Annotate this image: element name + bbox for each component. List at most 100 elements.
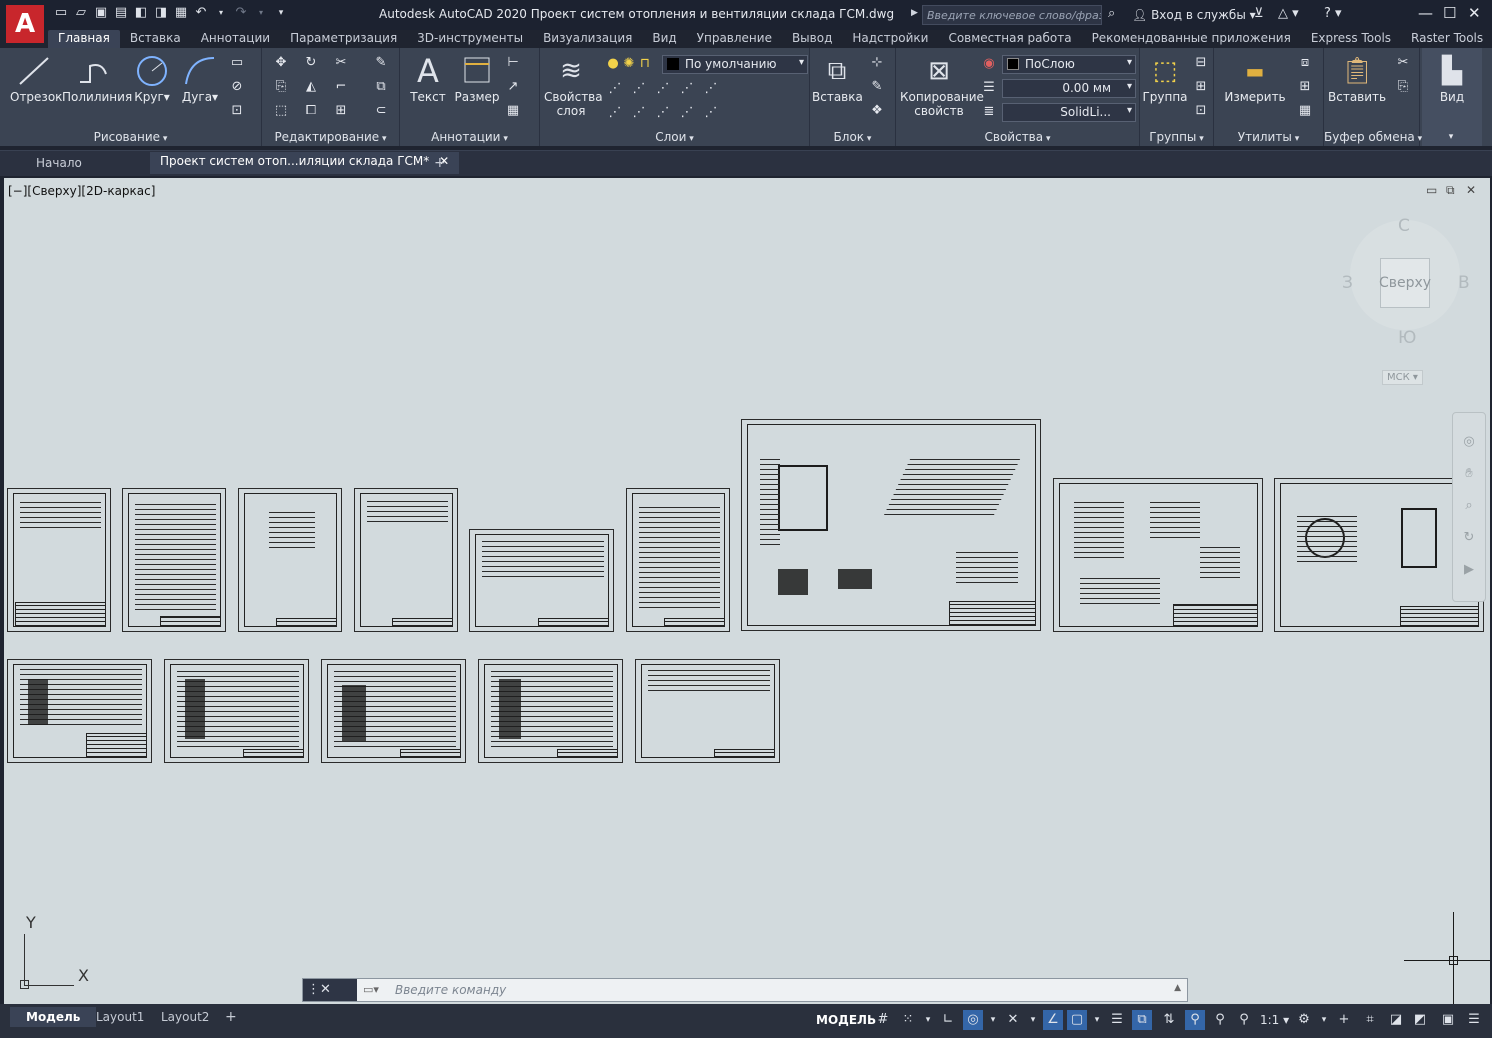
pan-icon[interactable]: ✋︎ (1460, 465, 1478, 483)
region-icon[interactable]: ⊡ (228, 102, 246, 120)
tab-model[interactable]: Модель (10, 1007, 97, 1027)
properties-panel-title[interactable]: Свойства (896, 130, 1139, 144)
stretch-icon[interactable]: ⬚ (272, 102, 290, 120)
workspace-dropdown-icon[interactable]: ▾ (1314, 1010, 1334, 1030)
units-icon[interactable]: ⌗ (1360, 1010, 1380, 1030)
layer-lock-icon[interactable]: ⊓ (636, 55, 654, 73)
transparency-icon[interactable]: ⧉ (1132, 1010, 1152, 1030)
calculator-icon[interactable]: ▦ (1296, 102, 1314, 120)
signin-button[interactable]: 👤︎ Вход в службы ▾ (1132, 8, 1256, 22)
viewport-controls-label[interactable]: [−][Сверху][2D-каркас] (8, 184, 155, 198)
hatch-icon[interactable]: ⊘ (228, 78, 246, 96)
customize-qat-icon[interactable]: ▾ (274, 6, 288, 20)
group-edit-icon[interactable]: ⊞ (1192, 78, 1210, 96)
lineweight-toggle-icon[interactable]: ☰ (1107, 1010, 1127, 1030)
viewcube-east[interactable]: В (1458, 273, 1470, 293)
edit-block-icon[interactable]: ✎ (868, 78, 886, 96)
create-block-icon[interactable]: ⊹ (868, 54, 886, 72)
workspace-gear-icon[interactable]: ⚙ (1294, 1010, 1314, 1030)
redo-dropdown-icon[interactable]: ▾ (254, 6, 268, 20)
ucs-dropdown[interactable]: МСК ▾ (1382, 370, 1423, 385)
ribbon-tab[interactable]: Главная (48, 30, 120, 48)
layer-tool-4-icon[interactable]: ⋰ (678, 80, 696, 98)
layer-tool-7-icon[interactable]: ⋰ (630, 104, 648, 122)
color-dropdown[interactable]: ПоСлою (1002, 55, 1136, 74)
linetype-icon[interactable]: ≣ (980, 103, 998, 121)
snap-icon[interactable]: ⁙ (898, 1010, 918, 1030)
layer-tool-2-icon[interactable]: ⋰ (630, 80, 648, 98)
line-button[interactable]: Отрезок (10, 54, 62, 104)
polar-tracking-icon[interactable]: ◎ (963, 1010, 983, 1030)
linear-dimension-icon[interactable]: ⊢ (504, 54, 522, 72)
block-panel-title[interactable]: Блок (810, 130, 895, 144)
command-input[interactable]: Введите команду (395, 983, 506, 997)
ribbon-tab[interactable]: Надстройки (842, 30, 938, 48)
view-expand-icon[interactable]: ▾ (1442, 128, 1460, 146)
mirror-icon[interactable]: ◭ (302, 78, 320, 96)
erase-icon[interactable]: ✎ (372, 54, 390, 72)
viewcube-south[interactable]: Ю (1398, 328, 1416, 348)
table-icon[interactable]: ▦ (504, 102, 522, 120)
groups-panel-title[interactable]: Группы (1140, 130, 1213, 144)
paste-button[interactable]: 📋︎ Вставить (1328, 54, 1386, 104)
isolate-objects-icon[interactable]: ◪ (1386, 1010, 1406, 1030)
rectangle-icon[interactable]: ▭ (228, 54, 246, 72)
ribbon-tab[interactable]: Аннотации (191, 30, 280, 48)
save-as-icon[interactable]: ▤ (114, 6, 128, 20)
plot-icon[interactable]: ▦ (174, 6, 188, 20)
layers-panel-title[interactable]: Слои (540, 130, 809, 144)
annotation-monitor-icon[interactable]: + (1334, 1010, 1354, 1030)
copy-icon[interactable]: ⎘ (272, 78, 290, 96)
viewcube-north[interactable]: С (1398, 216, 1410, 236)
object-snap-tracking-icon[interactable]: ∠ (1043, 1010, 1063, 1030)
new-tab-icon[interactable]: + (434, 155, 446, 171)
layer-tool-10-icon[interactable]: ⋰ (702, 104, 720, 122)
command-history-icon[interactable]: ▲ (1174, 983, 1181, 993)
command-line-handle[interactable]: ⋮✕ 🔧︎ (303, 979, 357, 1019)
trim-icon[interactable]: ✂ (332, 54, 350, 72)
search-input[interactable]: Введите ключевое слово/фразу (922, 5, 1102, 25)
grid-icon[interactable]: # (873, 1010, 893, 1030)
ribbon-tab[interactable]: Визуализация (533, 30, 642, 48)
array-icon[interactable]: ⊞ (332, 102, 350, 120)
linetype-dropdown[interactable]: SolidLi... (1002, 103, 1136, 122)
ribbon-tab[interactable]: Вставка (120, 30, 191, 48)
annotation-panel-title[interactable]: Аннотации (400, 130, 539, 144)
annotation-scale-icon[interactable]: ⚲ (1234, 1010, 1254, 1030)
maximize-icon[interactable]: ☐ (1443, 4, 1456, 22)
zoom-extents-icon[interactable]: ⌕ (1460, 497, 1478, 515)
selection-cycling-icon[interactable]: ⇅ (1159, 1010, 1179, 1030)
clipboard-panel-title[interactable]: Буфер обмена (1324, 130, 1419, 144)
hardware-acceleration-icon[interactable]: ◩ (1410, 1010, 1430, 1030)
group-select-icon[interactable]: ⊡ (1192, 102, 1210, 120)
save-icon[interactable]: ▣ (94, 6, 108, 20)
ribbon-tab[interactable]: Вид (642, 30, 686, 48)
layer-tool-8-icon[interactable]: ⋰ (654, 104, 672, 122)
binoculars-icon[interactable]: ⌕ (1108, 6, 1115, 21)
layer-dropdown[interactable]: По умолчанию (662, 55, 808, 74)
viewport-close-icon[interactable]: ✕ (1466, 183, 1476, 197)
layer-properties-button[interactable]: ≋ Свойства слоя (544, 54, 603, 118)
snap-dropdown-icon[interactable]: ▾ (918, 1010, 938, 1030)
ribbon-tab[interactable]: Параметризация (280, 30, 407, 48)
isodraft-icon[interactable]: ✕ (1003, 1010, 1023, 1030)
quick-select-icon[interactable]: ⧈ (1296, 54, 1314, 72)
new-file-icon[interactable]: ▭ (54, 6, 68, 20)
add-layout-icon[interactable]: + (225, 1009, 237, 1025)
tab-layout2[interactable]: Layout2 (161, 1010, 209, 1024)
ribbon-tab[interactable]: Рекомендованные приложения (1082, 30, 1301, 48)
polyline-button[interactable]: Полилиния (62, 54, 132, 104)
viewcube-top-face[interactable]: Сверху (1379, 258, 1431, 308)
leader-icon[interactable]: ↗ (504, 78, 522, 96)
open-file-icon[interactable]: ▱ (74, 6, 88, 20)
clean-screen-icon[interactable]: ▣ (1438, 1010, 1458, 1030)
tab-active-drawing[interactable]: Проект систем отоп...иляции склада ГСМ* … (150, 152, 460, 174)
select-all-icon[interactable]: ⊞ (1296, 78, 1314, 96)
viewcube-west[interactable]: З (1342, 273, 1353, 293)
draw-panel-title[interactable]: Рисование (0, 130, 261, 144)
search-expand-icon[interactable]: ▶ (911, 8, 918, 18)
layer-tool-5-icon[interactable]: ⋰ (702, 80, 720, 98)
dimension-button[interactable]: Размер (454, 54, 500, 104)
lineweight-dropdown[interactable]: 0.00 мм (1002, 79, 1136, 98)
group-button[interactable]: ⬚ Группа (1142, 54, 1188, 104)
